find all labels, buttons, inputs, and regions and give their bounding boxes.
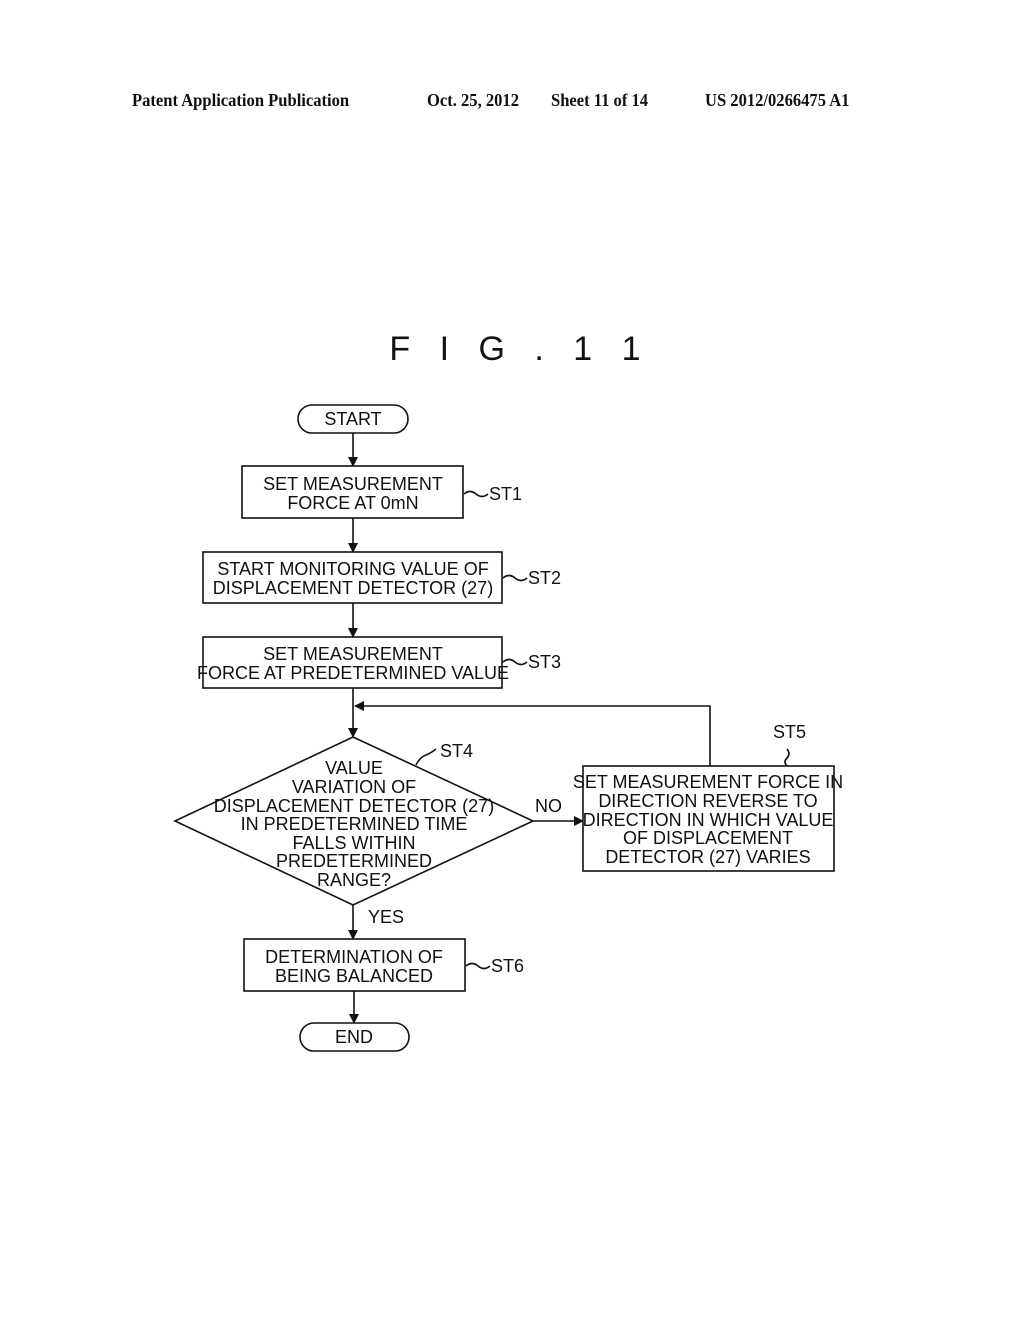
arrow-loop-st5-st4 [354,701,711,766]
st6-line-2: BEING BALANCED [275,966,433,986]
st1-leader [463,490,489,498]
st1-line-2: FORCE AT 0mN [287,493,418,513]
start-label: START [324,409,381,429]
st4-line-3: DISPLACEMENT DETECTOR (27) [214,796,494,816]
step-st3: SET MEASUREMENT FORCE AT PREDETERMINED V… [197,636,561,689]
st4-line-4: IN PREDETERMINED TIME [241,814,468,834]
end-label: END [335,1027,373,1047]
no-branch-label: NO [535,796,562,816]
st3-line-1: SET MEASUREMENT [263,644,443,664]
st5-line-2: DIRECTION REVERSE TO [598,791,817,811]
end-terminal: END [299,1022,410,1052]
step-st4-decision: VALUE VARIATION OF DISPLACEMENT DETECTOR… [173,736,535,906]
start-terminal: START [297,404,409,434]
st4-leader [415,748,437,766]
st5-line-3: DIRECTION IN WHICH VALUE [583,810,834,830]
st3-step-label: ST3 [528,652,561,672]
st4-line-1: VALUE [325,758,383,778]
st4-line-6: PREDETERMINED [276,851,432,871]
st1-line-1: SET MEASUREMENT [263,474,443,494]
st4-line-5: FALLS WITHIN [292,833,415,853]
st6-leader [465,962,491,970]
st3-line-2: FORCE AT PREDETERMINED VALUE [197,663,509,683]
yes-branch-label: YES [368,907,404,927]
st5-line-1: SET MEASUREMENT FORCE IN [573,772,843,792]
st4-step-label: ST4 [440,741,473,761]
st5-line-5: DETECTOR (27) VARIES [605,847,810,867]
flowchart: START SET MEASUREMENT FORCE AT 0mN ST1 S… [173,404,843,1052]
st4-line-2: VARIATION OF [292,777,416,797]
st2-line-2: DISPLACEMENT DETECTOR (27) [213,578,493,598]
st5-leader [784,748,790,767]
st5-step-label: ST5 [773,722,806,742]
st4-line-7: RANGE? [317,870,391,890]
st6-line-1: DETERMINATION OF [265,947,443,967]
st1-step-label: ST1 [489,484,522,504]
st2-step-label: ST2 [528,568,561,588]
step-st5: SET MEASUREMENT FORCE IN DIRECTION REVER… [573,722,843,872]
step-st2: START MONITORING VALUE OF DISPLACEMENT D… [202,551,561,604]
st2-line-1: START MONITORING VALUE OF [217,559,488,579]
step-st6: DETERMINATION OF BEING BALANCED ST6 [243,938,524,992]
st5-line-4: OF DISPLACEMENT [623,828,793,848]
st6-step-label: ST6 [491,956,524,976]
step-st1: SET MEASUREMENT FORCE AT 0mN ST1 [241,465,522,519]
st2-leader [502,574,528,582]
